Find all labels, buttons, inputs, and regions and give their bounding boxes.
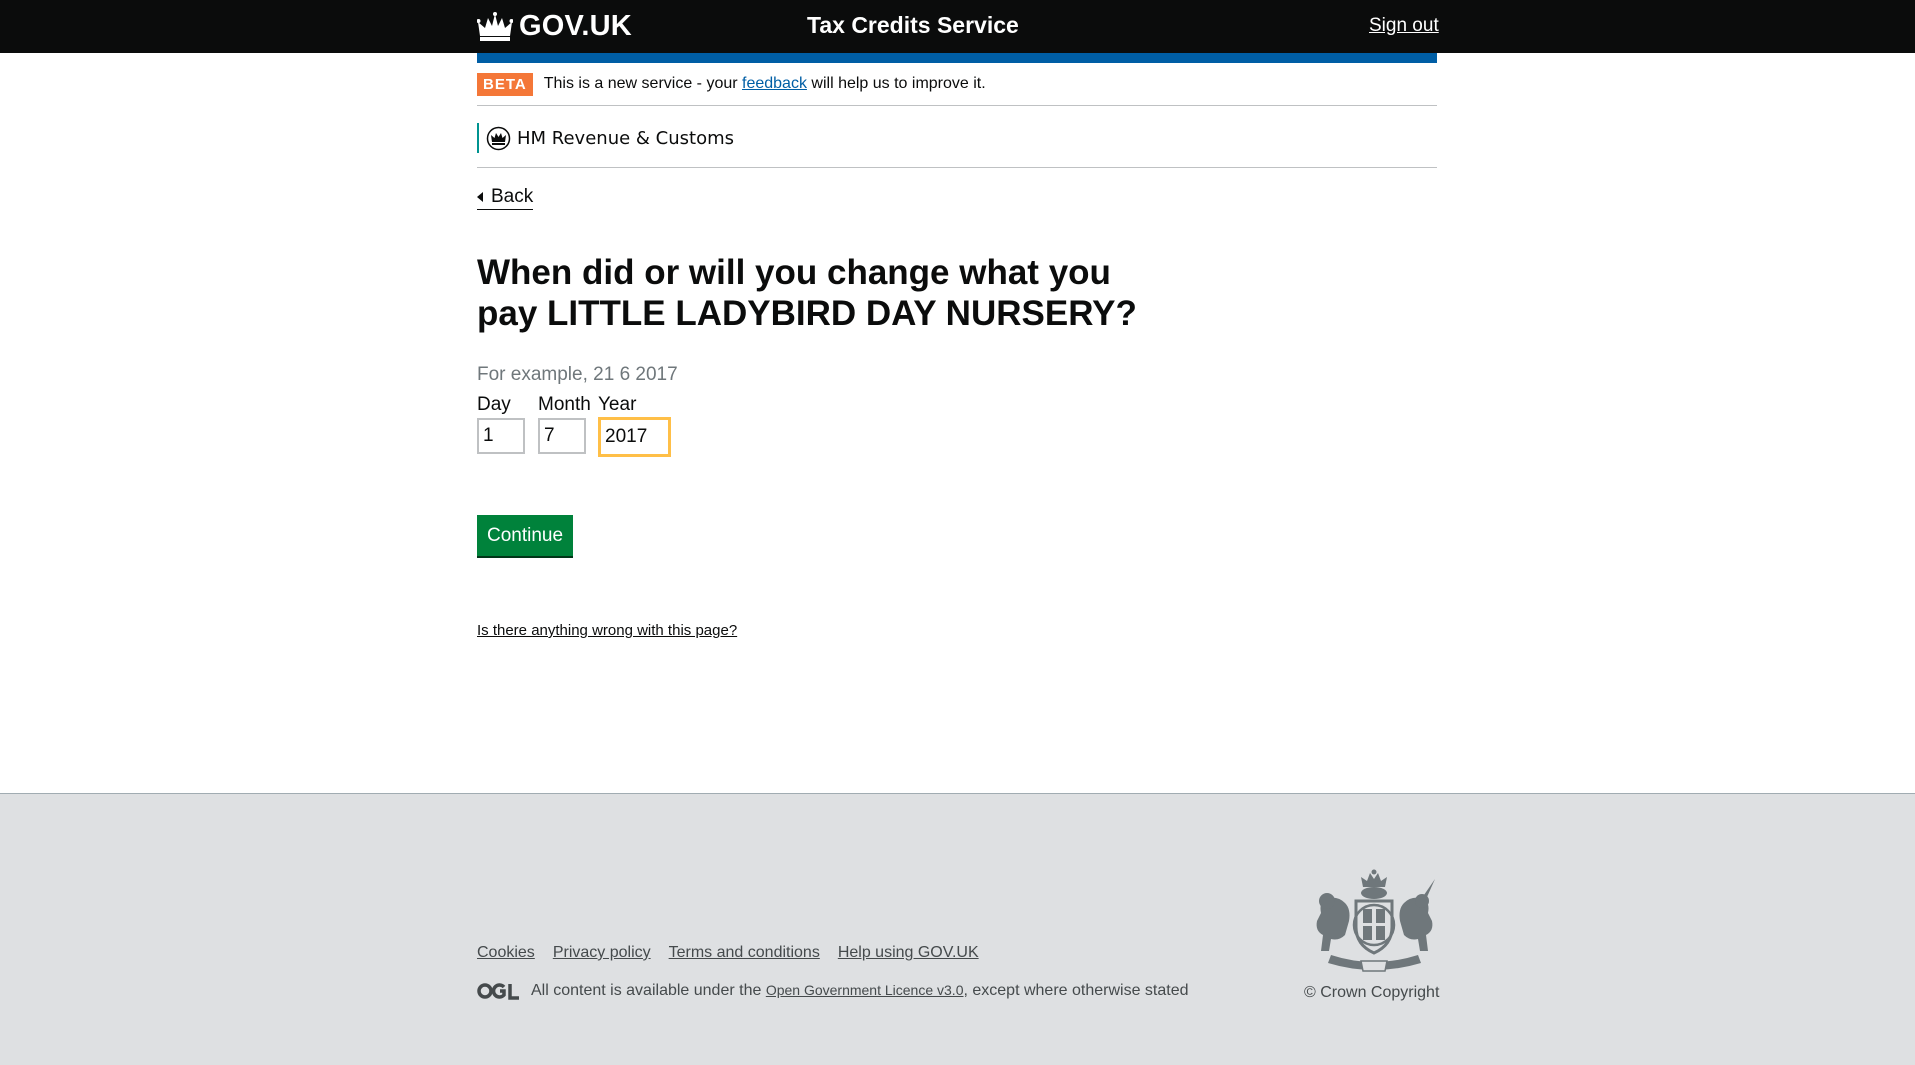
year-input[interactable] [598, 417, 671, 457]
year-label: Year [598, 394, 637, 415]
day-label: Day [477, 394, 511, 415]
month-input[interactable] [538, 418, 586, 454]
beta-text: This is a new service - your feedback wi… [544, 75, 986, 93]
year-field: Year [598, 394, 671, 457]
licence-text-after: , except where otherwise stated [963, 982, 1189, 999]
organisation-bar: HM Revenue & Customs [477, 107, 1437, 168]
back-link-label: Back [491, 186, 534, 207]
header-blue-bar [477, 53, 1437, 63]
licence-statement: All content is available under the Open … [477, 982, 1189, 1000]
licence-link[interactable]: Open Government Licence v3.0 [766, 982, 964, 998]
day-input[interactable] [477, 418, 525, 454]
date-hint: For example, 21 6 2017 [477, 364, 678, 385]
licence-text-before: All content is available under the [531, 982, 766, 999]
page-heading: When did or will you change what you pay… [477, 253, 1137, 333]
govuk-logo-text: GOV.UK [519, 10, 632, 42]
organisation-logo: HM Revenue & Customs [477, 123, 734, 153]
govuk-logo-link[interactable]: GOV.UK [477, 10, 632, 43]
footer-link-privacy[interactable]: Privacy policy [553, 944, 651, 962]
beta-text-after: will help us to improve it. [806, 75, 986, 92]
month-label: Month [538, 394, 591, 415]
beta-text-before: This is a new service - your [543, 75, 743, 92]
hmrc-crest-icon [486, 126, 511, 150]
licence-text: All content is available under the Open … [531, 982, 1189, 1000]
crown-icon [477, 11, 513, 41]
sign-out-link[interactable]: Sign out [1369, 15, 1439, 37]
footer: Cookies Privacy policy Terms and conditi… [0, 793, 1915, 1065]
back-link[interactable]: Back [477, 186, 534, 210]
ogl-logo-icon [477, 983, 519, 1000]
royal-arms-icon [1316, 869, 1435, 972]
report-problem-link[interactable]: Is there anything wrong with this page? [477, 622, 737, 639]
feedback-link[interactable]: feedback [742, 75, 807, 92]
service-name-link[interactable]: Tax Credits Service [807, 12, 1019, 39]
back-arrow-icon [477, 192, 483, 202]
continue-button[interactable]: Continue [477, 515, 573, 556]
footer-link-help[interactable]: Help using GOV.UK [838, 944, 979, 962]
footer-link-terms[interactable]: Terms and conditions [669, 944, 820, 962]
month-field: Month [538, 394, 591, 454]
footer-links: Cookies Privacy policy Terms and conditi… [477, 944, 979, 962]
crown-copyright: © Crown Copyright [1304, 984, 1440, 1001]
day-field: Day [477, 394, 525, 454]
organisation-name: HM Revenue & Customs [517, 127, 734, 149]
footer-link-cookies[interactable]: Cookies [477, 944, 535, 962]
beta-tag: BETA [477, 72, 533, 96]
beta-banner: BETA This is a new service - your feedba… [477, 63, 1437, 106]
global-header: GOV.UK Tax Credits Service Sign out [0, 0, 1915, 53]
